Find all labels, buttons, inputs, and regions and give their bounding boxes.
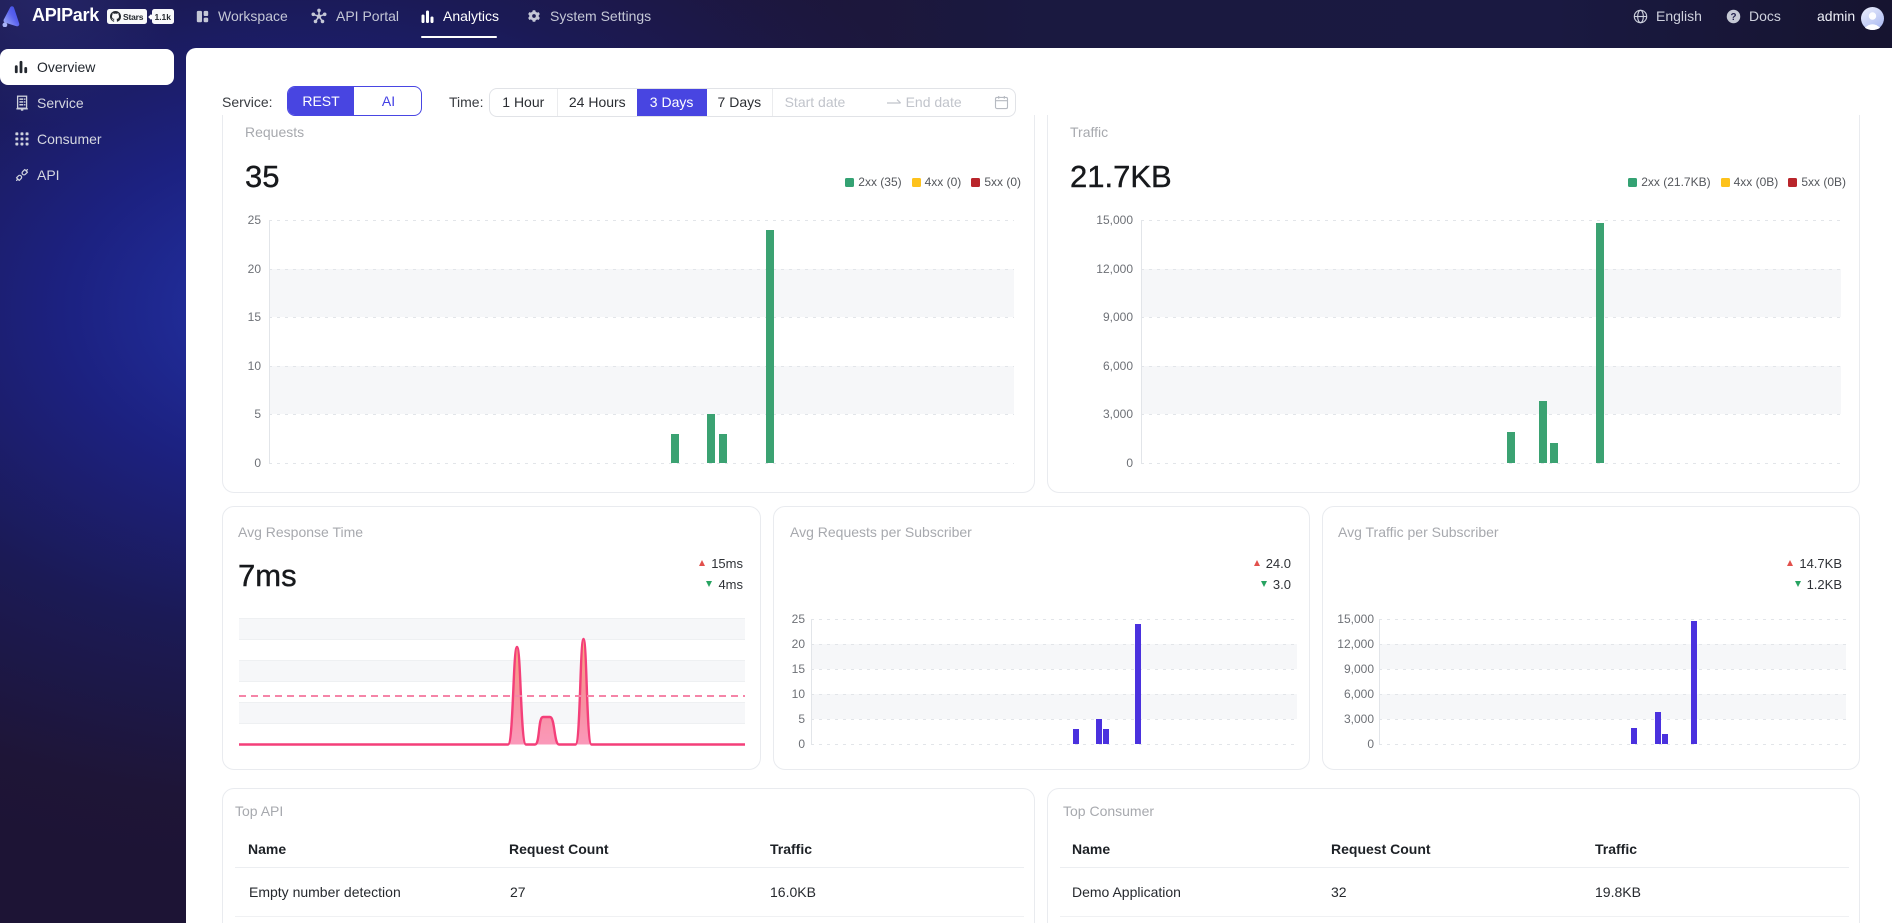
- svg-text:?: ?: [1730, 11, 1736, 22]
